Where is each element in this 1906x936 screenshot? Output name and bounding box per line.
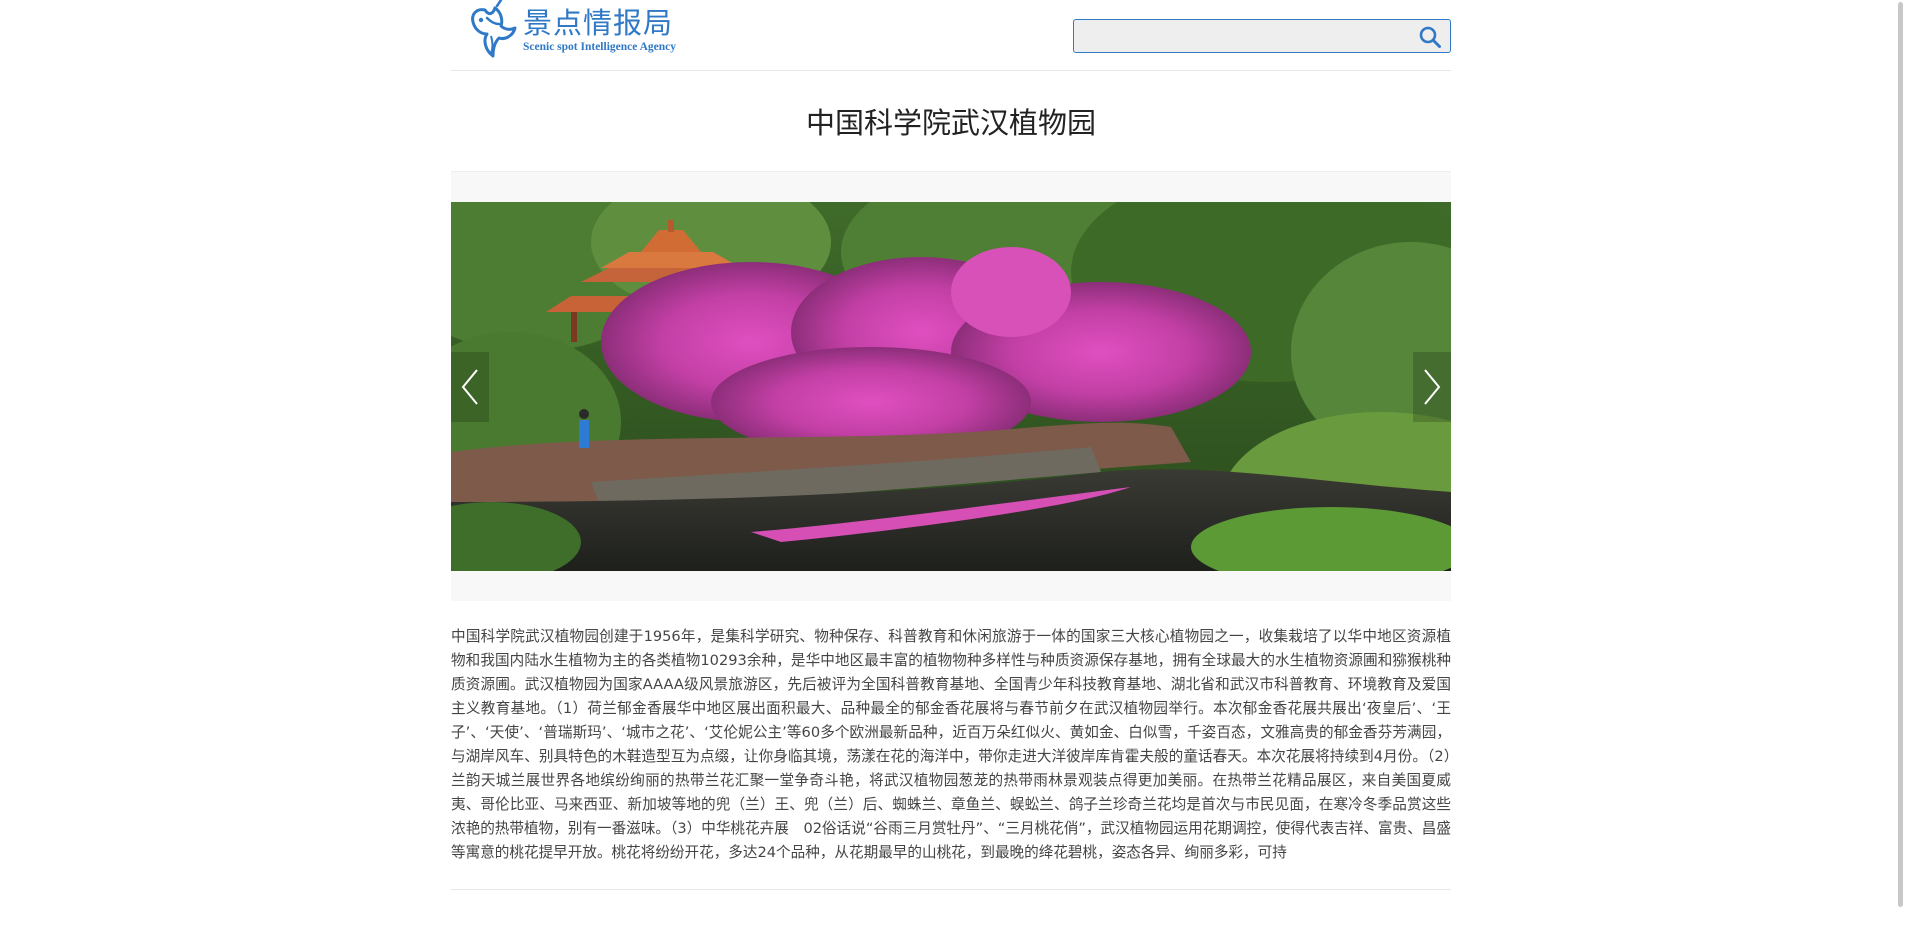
scrollbar-thumb[interactable] [1898,2,1903,907]
bird-logo-icon [471,0,517,58]
page-scrollbar[interactable] [1895,0,1906,936]
main-container: 景点情报局 Scenic spot Intelligence Agency 中国… [451,0,1451,890]
search-box [1073,19,1451,53]
chevron-right-icon [1424,369,1441,405]
carousel-wrapper [451,172,1451,601]
logo-subtitle: Scenic spot Intelligence Agency [523,41,676,53]
search-input[interactable] [1082,23,1406,51]
search-icon [1419,26,1441,48]
logo-text: 景点情报局 Scenic spot Intelligence Agency [523,6,676,54]
title-area: 中国科学院武汉植物园 [451,71,1451,172]
carousel-image[interactable] [451,202,1451,571]
site-header: 景点情报局 Scenic spot Intelligence Agency [451,0,1451,71]
article-paragraph: 中国科学院武汉植物园创建于1956年，是集科学研究、物种保存、科普教育和休闲旅游… [451,628,1451,861]
image-carousel [451,202,1451,571]
page: 景点情报局 Scenic spot Intelligence Agency 中国… [0,0,1906,936]
logo-title: 景点情报局 [523,6,674,40]
article-body: 中国科学院武汉植物园创建于1956年，是集科学研究、物种保存、科普教育和休闲旅游… [451,625,1451,890]
chevron-left-icon [461,369,478,405]
search-button[interactable] [1418,25,1442,49]
page-title: 中国科学院武汉植物园 [805,106,1096,140]
site-logo[interactable]: 景点情报局 Scenic spot Intelligence Agency [467,0,676,60]
carousel-next-button[interactable] [1413,352,1451,422]
carousel-prev-button[interactable] [451,352,489,422]
